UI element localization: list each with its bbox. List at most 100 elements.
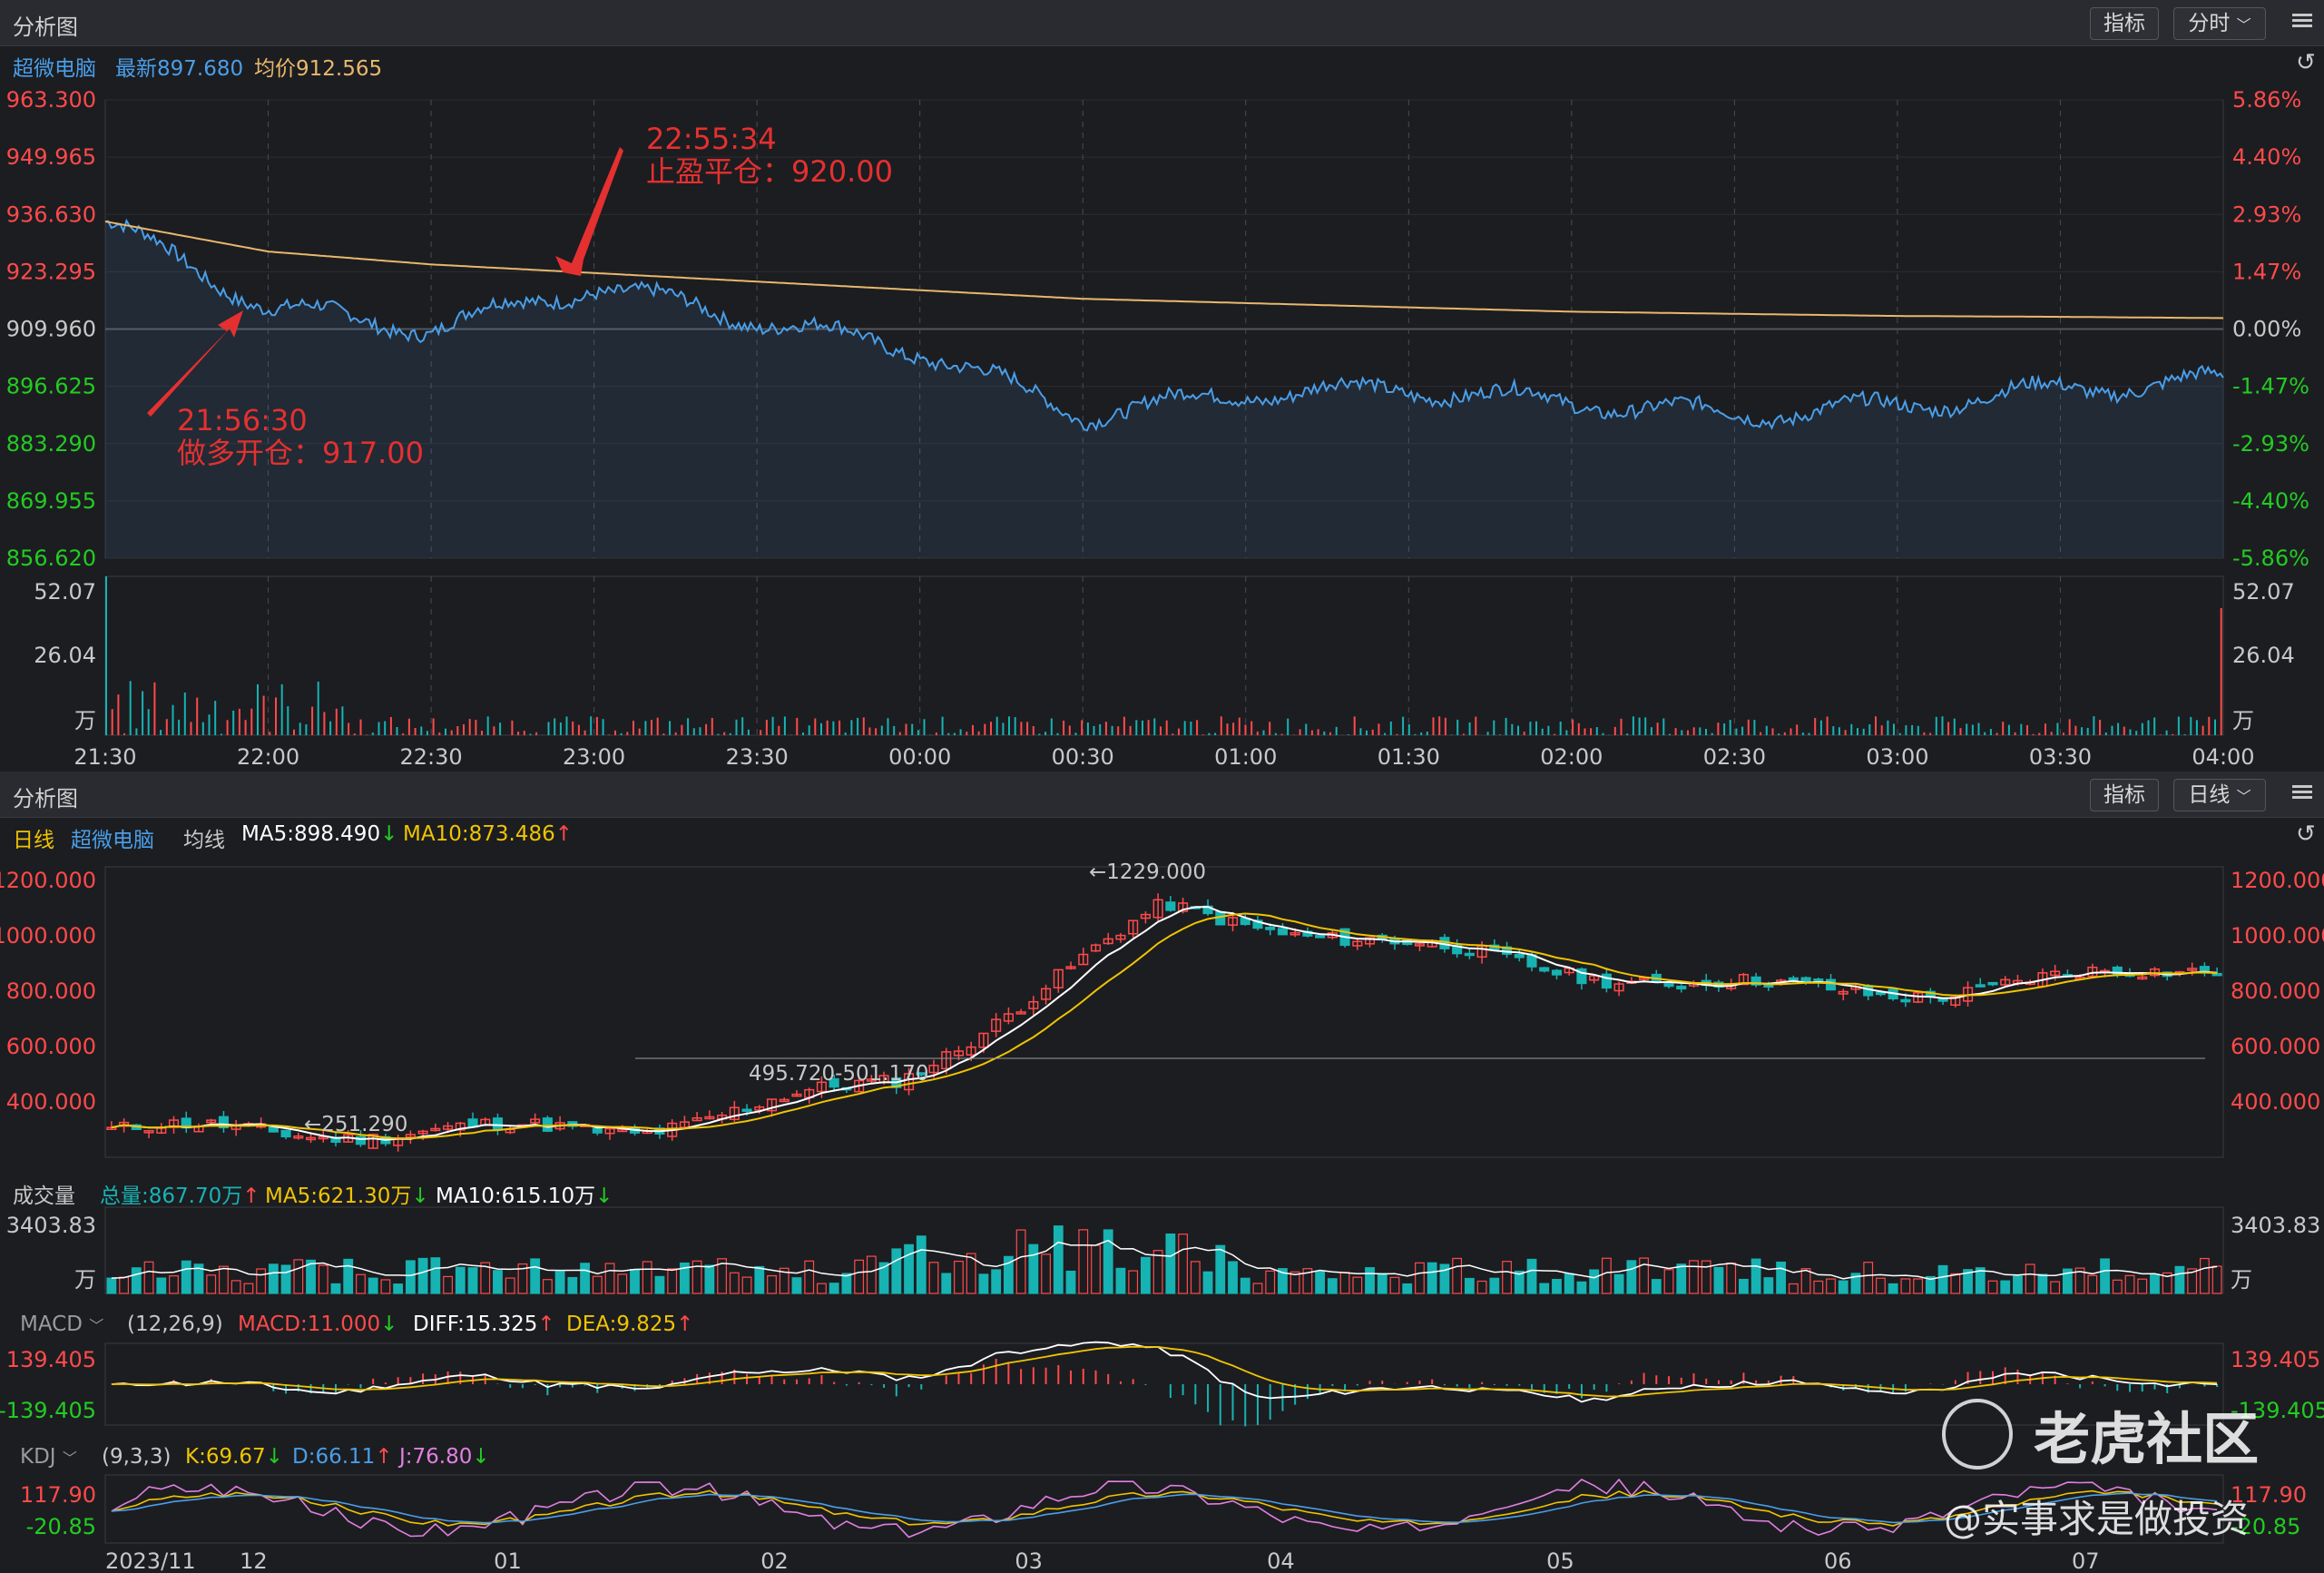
volume-bar: [1750, 1258, 1761, 1294]
candle-body: [1987, 981, 1998, 986]
volume-bar: [1876, 1277, 1886, 1294]
price-axis-label: 1200.000: [2231, 868, 2324, 893]
candle-body: [1676, 985, 1687, 990]
price-axis-label: 1000.000: [0, 923, 96, 949]
volume-unit-label: 万: [74, 1267, 96, 1293]
volume-bar: [2100, 1258, 2110, 1294]
volume-bar: [954, 1260, 964, 1294]
volume-bar: [131, 1267, 142, 1294]
volume-bar: [1726, 1262, 1737, 1294]
volume-bar: [1613, 1273, 1624, 1294]
candle-body: [1825, 978, 1837, 991]
volume-bar: [455, 1266, 466, 1294]
dea-line: [111, 1345, 2218, 1398]
price-axis-label: 800.000: [2231, 978, 2320, 1004]
price-axis-label: 1000.000: [2231, 923, 2324, 949]
low-price-label: ←251.290: [304, 1113, 407, 1136]
candle-body: [1315, 935, 1326, 939]
volume-bar: [741, 1276, 752, 1294]
price-axis-label: 600.000: [6, 1034, 96, 1059]
volume-bar: [754, 1265, 765, 1294]
volume-bar: [1165, 1233, 1176, 1294]
volume-bar: [493, 1270, 503, 1294]
candle-body: [1165, 901, 1176, 911]
volume-bar: [1913, 1278, 1924, 1294]
volume-bar: [1626, 1260, 1637, 1294]
volume-bar: [1228, 1261, 1238, 1294]
candle-body: [1763, 984, 1774, 988]
volume-bar: [891, 1248, 902, 1294]
volume-bar: [1601, 1257, 1612, 1294]
candle-body: [1975, 984, 1986, 988]
volume-bar: [206, 1274, 217, 1294]
volume-bar: [1327, 1278, 1338, 1294]
volume-bar: [804, 1260, 815, 1294]
volume-bar: [1689, 1260, 1699, 1294]
volume-bar: [1065, 1270, 1076, 1294]
kdj-axis-label: -20.85: [26, 1514, 96, 1539]
volume-bar: [617, 1273, 628, 1294]
candle-body: [1265, 927, 1276, 930]
watermark-handle: @实事求是做投资: [1944, 1497, 2250, 1541]
tiger-logo-icon: [1942, 1399, 2013, 1470]
d-line: [111, 1492, 2218, 1524]
volume-bar: [405, 1260, 416, 1294]
volume-bar: [567, 1276, 578, 1294]
volume-bar: [2050, 1281, 2061, 1294]
volume-bar: [1713, 1266, 1724, 1294]
volume-bar: [2112, 1279, 2123, 1294]
volume-bar: [1937, 1264, 1948, 1294]
volume-bar: [2037, 1273, 2048, 1294]
volume-bar: [1427, 1262, 1437, 1294]
volume-bar: [356, 1273, 366, 1294]
volume-bar: [1987, 1280, 1998, 1294]
volume-bar: [1053, 1225, 1064, 1294]
date-axis-label: 02: [760, 1548, 789, 1573]
candle-body: [741, 1108, 752, 1112]
volume-bar: [2174, 1265, 2185, 1294]
volume-bar: [169, 1275, 179, 1294]
volume-bar: [256, 1268, 267, 1294]
volume-bar: [1838, 1280, 1848, 1294]
date-axis-label: 03: [1015, 1548, 1043, 1573]
volume-bar: [1576, 1281, 1587, 1294]
macd-axis-label: 139.405: [2231, 1347, 2320, 1372]
volume-bar: [1776, 1261, 1787, 1294]
volume-bar: [1763, 1277, 1774, 1294]
volume-bar: [1141, 1256, 1151, 1294]
volume-bar: [443, 1275, 453, 1294]
volume-bar: [1800, 1268, 1811, 1294]
volume-axis-label: 3403.83: [6, 1213, 96, 1238]
volume-bar: [318, 1264, 328, 1294]
candle-body: [1875, 991, 1886, 996]
volume-bar: [143, 1261, 154, 1294]
volume-bar: [119, 1276, 129, 1294]
volume-bar: [330, 1283, 341, 1294]
volume-bar: [505, 1277, 515, 1294]
volume-bar: [767, 1274, 777, 1294]
volume-bar: [1402, 1283, 1413, 1294]
candle-body: [492, 1117, 504, 1131]
volume-bar: [2211, 1265, 2222, 1294]
volume-bar: [106, 1277, 117, 1294]
volume-bar: [417, 1257, 428, 1294]
volume-bar: [1041, 1253, 1051, 1294]
volume-bar: [866, 1255, 877, 1294]
diff-line: [111, 1341, 2218, 1403]
price-axis-label: 600.000: [2231, 1034, 2320, 1059]
volume-bar: [280, 1264, 291, 1294]
volume-bar: [654, 1275, 665, 1294]
candle-body: [1277, 928, 1288, 936]
date-axis-label: 07: [2072, 1548, 2100, 1573]
volume-bar: [1900, 1278, 1911, 1294]
volume-bar: [1015, 1229, 1026, 1294]
volume-bar: [1651, 1279, 1662, 1294]
volume-bar: [1863, 1262, 1874, 1294]
volume-bar: [1826, 1278, 1836, 1294]
volume-bar: [542, 1279, 553, 1294]
volume-bar: [1377, 1273, 1388, 1294]
date-axis-label: 05: [1546, 1548, 1574, 1573]
volume-bar: [791, 1277, 802, 1294]
volume-bar: [2025, 1263, 2035, 1294]
volume-bar: [2137, 1278, 2148, 1294]
